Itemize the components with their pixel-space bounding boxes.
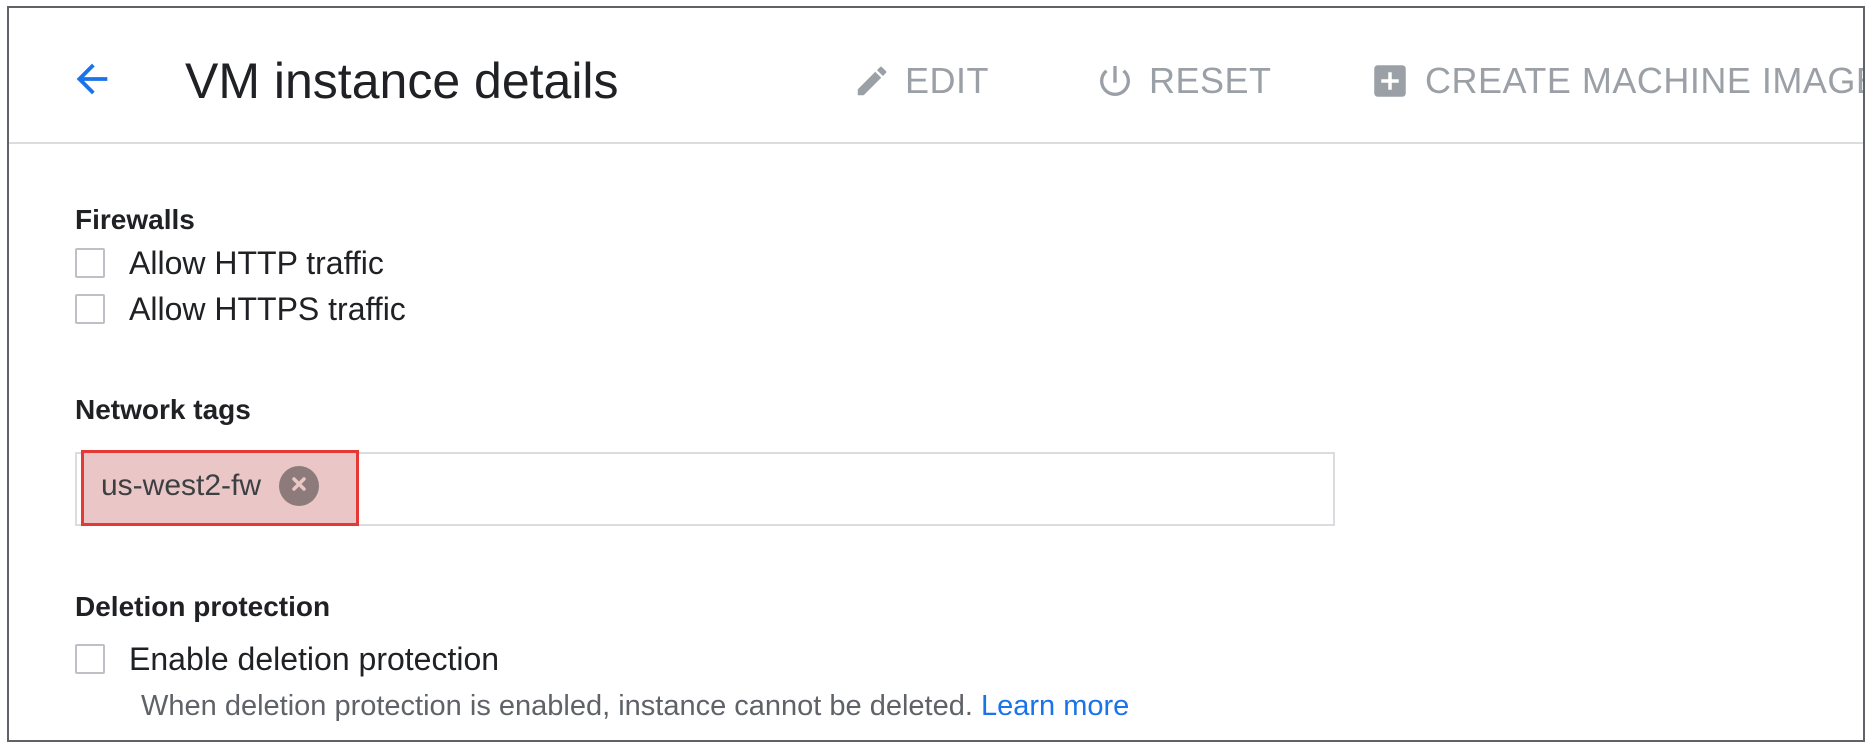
firewalls-heading: Firewalls — [75, 204, 195, 235]
allow-https-checkbox[interactable] — [75, 294, 105, 324]
network-tags-heading: Network tags — [75, 394, 251, 425]
pencil-icon — [853, 62, 891, 100]
deletion-protection-checkbox[interactable] — [75, 644, 105, 674]
vm-instance-details-panel: VM instance details EDIT RESET CREATE MA… — [7, 6, 1865, 742]
allow-https-checkbox-row[interactable]: Allow HTTPS traffic — [75, 291, 406, 327]
allow-https-label: Allow HTTPS traffic — [129, 290, 406, 327]
learn-more-link[interactable]: Learn more — [981, 690, 1129, 722]
edit-label: EDIT — [905, 60, 990, 101]
allow-http-checkbox-row[interactable]: Allow HTTP traffic — [75, 245, 384, 281]
reset-label: RESET — [1149, 60, 1272, 101]
page-header: VM instance details EDIT RESET CREATE MA… — [9, 8, 1863, 144]
network-tag-chip-text: us-west2-fw — [101, 469, 262, 502]
deletion-protection-help: When deletion protection is enabled, ins… — [141, 690, 1129, 723]
allow-http-checkbox[interactable] — [75, 248, 105, 278]
remove-tag-button[interactable] — [279, 466, 320, 506]
close-icon — [289, 474, 309, 499]
back-button[interactable] — [61, 50, 123, 112]
deletion-protection-label: Enable deletion protection — [129, 640, 500, 677]
power-icon — [1095, 61, 1135, 101]
page-title: VM instance details — [185, 53, 619, 109]
create-machine-image-button[interactable]: CREATE MACHINE IMAGE — [1369, 50, 1865, 112]
network-tag-chip: us-west2-fw — [101, 466, 320, 506]
allow-http-label: Allow HTTP traffic — [129, 244, 384, 281]
deletion-protection-heading: Deletion protection — [75, 591, 331, 622]
arrow-back-icon — [69, 56, 115, 107]
deletion-protection-checkbox-row[interactable]: Enable deletion protection — [75, 641, 499, 677]
add-box-icon — [1369, 60, 1411, 102]
reset-button[interactable]: RESET — [1095, 50, 1272, 112]
edit-button[interactable]: EDIT — [853, 50, 989, 112]
create-machine-image-label: CREATE MACHINE IMAGE — [1425, 60, 1865, 101]
deletion-protection-help-text: When deletion protection is enabled, ins… — [141, 690, 973, 722]
